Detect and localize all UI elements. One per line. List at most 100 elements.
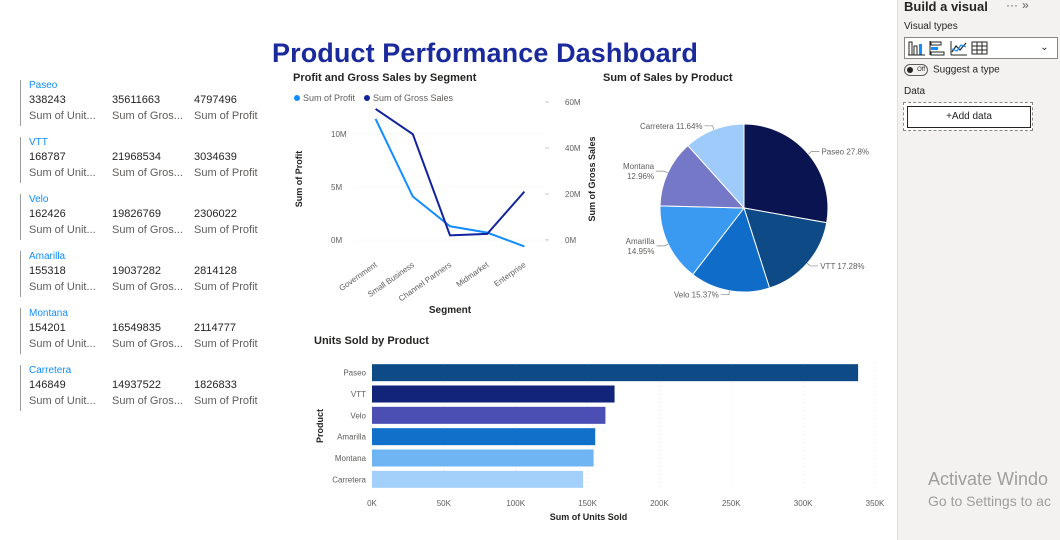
legend-marker xyxy=(294,95,300,101)
legend-label: Sum of Gross Sales xyxy=(373,93,454,103)
add-data-button[interactable]: +Add data xyxy=(907,106,1031,128)
line-chart-legend[interactable]: Sum of Profit Sum of Gross Sales xyxy=(294,93,454,103)
table-icon[interactable] xyxy=(971,40,989,56)
card-units-value: 154201 xyxy=(29,322,66,334)
card-profit-value: 1826833 xyxy=(194,379,237,391)
card-units-value: 162426 xyxy=(29,208,66,220)
y-tick-label: Paseo xyxy=(343,369,366,378)
pie-chart-title: Sum of Sales by Product xyxy=(603,72,733,84)
clustered-bar-chart-icon[interactable] xyxy=(929,40,947,56)
bar[interactable] xyxy=(372,364,859,382)
card-gross-label: Sum of Gros... xyxy=(112,338,183,350)
pie-data-label: VTT 17.28% xyxy=(820,262,864,271)
chevron-down-icon[interactable]: ⌄ xyxy=(1032,37,1058,59)
card-profit-label: Sum of Profit xyxy=(194,338,258,350)
card-product-name: Carretera xyxy=(29,365,72,376)
card-units-value: 146849 xyxy=(29,379,66,391)
activate-windows-title: Activate Windo xyxy=(928,469,1049,489)
x-tick-label: 250K xyxy=(722,499,741,508)
pie-slice[interactable] xyxy=(743,123,829,224)
y2-tick-label: 20M xyxy=(565,190,581,199)
x-tick-label: 200K xyxy=(650,499,669,508)
bar[interactable] xyxy=(372,428,596,446)
profit-gross-line-chart[interactable]: Sum of Profit Sum of Gross Sales 0M 5M 10M 0M… xyxy=(285,88,597,328)
pie-data-label: Velo 15.37% xyxy=(674,291,719,300)
toggle-switch[interactable]: Off xyxy=(904,64,928,76)
bar[interactable] xyxy=(372,470,584,488)
card-product-name: Amarilla xyxy=(29,251,66,262)
series-line-gross-sales[interactable] xyxy=(375,108,526,237)
card-units-value: 338243 xyxy=(29,94,66,106)
bar[interactable] xyxy=(372,385,615,403)
product-card[interactable]: Montana 154201 16549835 2114777 Sum of Unit.… xyxy=(20,308,270,354)
line-chart-icon[interactable] xyxy=(950,40,968,56)
pie-leader-line xyxy=(806,263,819,267)
y-tick-label: 5M xyxy=(331,183,342,192)
product-card[interactable]: Velo 162426 19826769 2306022 Sum of Unit... S… xyxy=(20,194,270,240)
pie-leader-line xyxy=(656,243,669,247)
data-section-label: Data xyxy=(904,86,926,97)
product-card[interactable]: Amarilla 155318 19037282 2814128 Sum of Unit… xyxy=(20,251,270,297)
legend-marker xyxy=(364,95,370,101)
card-units-value: 155318 xyxy=(29,265,66,277)
card-gross-label: Sum of Gros... xyxy=(112,224,183,236)
card-profit-label: Sum of Profit xyxy=(194,224,258,236)
y-tick-label: Montana xyxy=(335,454,367,463)
card-gross-value: 21968534 xyxy=(112,151,161,163)
y-axis-title: Product xyxy=(315,409,325,443)
report-canvas: Product Performance Dashboard Paseo 33824… xyxy=(0,0,895,540)
card-units-value: 168787 xyxy=(29,151,66,163)
x-tick-label: 0K xyxy=(367,499,377,508)
product-card[interactable]: Carretera 146849 14937522 1826833 Sum of Uni… xyxy=(20,365,270,411)
visual-types-label: Visual types xyxy=(904,21,958,32)
card-profit-value: 2814128 xyxy=(194,265,237,277)
stacked-bar-chart-icon[interactable] xyxy=(908,40,926,56)
y2-tick-label: 0M xyxy=(565,236,576,245)
product-card[interactable]: VTT 168787 21968534 3034639 Sum of Unit... Su… xyxy=(20,137,270,183)
legend-label: Sum of Profit xyxy=(303,93,356,103)
card-profit-label: Sum of Profit xyxy=(194,167,258,179)
y2-tick-label: 60M xyxy=(565,98,581,107)
x-tick-label: 50K xyxy=(437,499,452,508)
card-profit-value: 2114777 xyxy=(194,322,237,334)
series-line-profit[interactable] xyxy=(374,118,525,248)
units-bar-chart[interactable]: 0K 50K 100K 150K 200K 250K 300K 350K Paseo VTT Vel… xyxy=(310,352,890,532)
pie-data-label: Carretera 11.64% xyxy=(640,122,703,131)
visual-types-gallery[interactable] xyxy=(904,37,1033,59)
product-card[interactable]: Paseo 338243 35611663 4797496 Sum of Unit...… xyxy=(20,80,270,126)
x-tick-label: 150K xyxy=(578,499,597,508)
suggest-type-toggle[interactable]: Off Suggest a type xyxy=(904,64,1000,76)
card-units-label: Sum of Unit... xyxy=(29,395,96,407)
card-units-label: Sum of Unit... xyxy=(29,281,96,293)
card-gross-label: Sum of Gros... xyxy=(112,167,183,179)
sales-pie-chart[interactable]: Paseo 27.8% VTT 17.28% Velo 15.37% Amarilla… xyxy=(600,90,890,320)
card-profit-label: Sum of Profit xyxy=(194,395,258,407)
card-profit-value: 2306022 xyxy=(194,208,237,220)
suggest-label: Suggest a type xyxy=(933,64,1000,76)
card-gross-label: Sum of Gros... xyxy=(112,395,183,407)
card-product-name: Montana xyxy=(29,308,68,319)
ellipsis-icon[interactable]: ··· xyxy=(1006,0,1018,12)
card-units-label: Sum of Unit... xyxy=(29,167,96,179)
pie-data-label: Montana 12.96% xyxy=(623,162,655,181)
y-tick-label: 0M xyxy=(331,236,342,245)
double-chevron-right-icon[interactable]: » xyxy=(1022,0,1029,12)
y2-axis-title: Sum of Gross Sales xyxy=(587,136,597,221)
card-gross-value: 14937522 xyxy=(112,379,161,391)
pie-leader-line xyxy=(720,290,730,296)
pie-leader-line xyxy=(704,125,715,130)
card-product-name: VTT xyxy=(29,137,48,148)
dashboard-title: Product Performance Dashboard xyxy=(272,38,699,68)
x-axis-title: Segment xyxy=(429,305,472,316)
card-gross-value: 35611663 xyxy=(112,94,161,106)
panel-header-icons: ··· » xyxy=(1006,0,1033,12)
x-tick-label: 300K xyxy=(794,499,813,508)
y-tick-label: Velo xyxy=(350,411,366,420)
bar[interactable] xyxy=(372,406,606,424)
line-chart-title: Profit and Gross Sales by Segment xyxy=(293,72,477,84)
y-axis-title: Sum of Profit xyxy=(294,151,304,208)
bar[interactable] xyxy=(372,449,594,467)
card-gross-value: 19037282 xyxy=(112,265,161,277)
card-product-name: Paseo xyxy=(29,80,58,91)
x-axis-title: Sum of Units Sold xyxy=(550,512,628,522)
